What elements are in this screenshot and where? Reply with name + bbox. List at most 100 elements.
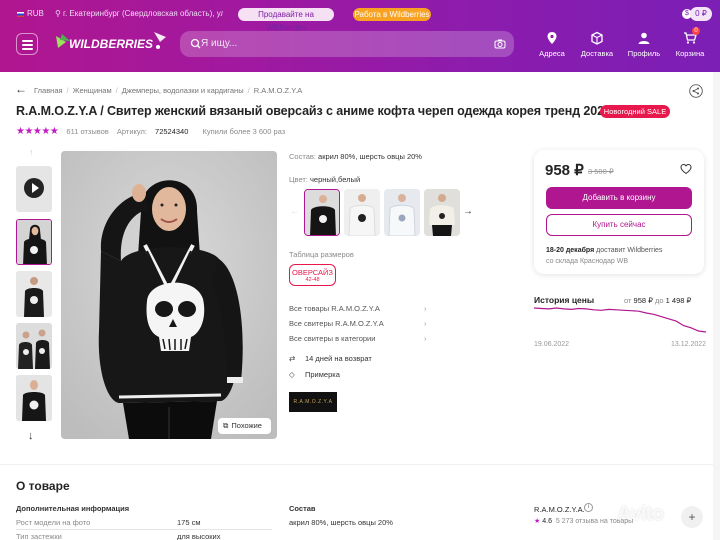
breadcrumb-item[interactable]: Женщинам [73, 86, 112, 95]
star-icon: ★ [534, 518, 541, 525]
scrollbar[interactable] [713, 72, 720, 540]
return-label: 14 дней на возврат [305, 354, 372, 363]
breadcrumb-item[interactable]: Джемперы, водолазки и кардиганы [122, 86, 244, 95]
link-category-sweaters[interactable]: Все свитеры в категории › [289, 334, 427, 343]
nav-cart[interactable]: Корзина [669, 31, 711, 58]
camera-icon[interactable] [494, 38, 506, 50]
chevron-right-icon: › [424, 319, 427, 328]
size-range: 42-48 [305, 277, 320, 283]
color-value: черный,белый [309, 175, 361, 184]
nav-profile[interactable]: Профиль [623, 31, 665, 58]
back-arrow-icon[interactable]: ← [15, 82, 27, 96]
link-brand-sweaters[interactable]: Все свитеры R.A.M.O.Z.Y.A › [289, 319, 427, 328]
seller-name[interactable]: R.A.M.O.Z.Y.A. [534, 505, 585, 514]
thumbnail-image [16, 323, 52, 369]
link-label: Все свитеры в категории [289, 334, 376, 343]
range-to-label: до [655, 296, 664, 305]
spec-label: Рост модели на фото [16, 518, 91, 527]
range-from-label: от [624, 296, 632, 305]
swatch-next-arrow-icon[interactable]: → [463, 206, 473, 217]
color-row: Цвет: черный,белый [289, 175, 360, 184]
burger-line [22, 44, 33, 46]
site-header: RUB ⚲ г. Екатеринбург (Свердловская обла… [0, 0, 720, 72]
seller-add-button[interactable]: + [681, 506, 703, 528]
sale-badge: Новогодний SALE [600, 105, 670, 118]
nav-profile-label: Профиль [627, 49, 661, 58]
price-history-start-date: 19.06.2022 [534, 341, 570, 348]
article-label: Артикул: [116, 127, 147, 136]
buy-now-button[interactable]: Купить сейчас [546, 214, 692, 236]
location-pin-icon: ⚲ [55, 9, 61, 18]
price-history-end-date: 13.12.2022 [671, 341, 707, 348]
brand-logo[interactable]: R.A.M.O.Z.Y.A [289, 392, 337, 412]
color-swatch[interactable] [384, 189, 420, 236]
burger-line [22, 48, 33, 50]
gallery-thumbnail[interactable] [16, 219, 52, 265]
top-bar: RUB ⚲ г. Екатеринбург (Свердловская обла… [0, 7, 720, 32]
chevron-right-icon: › [424, 334, 427, 343]
size-table-link[interactable]: Таблица размеров [289, 250, 354, 259]
size-name: ОВЕРСАЙЗ [292, 268, 333, 277]
play-icon [24, 178, 44, 198]
composition-label: Состав: [289, 152, 316, 161]
currency-selector[interactable]: RUB [27, 9, 44, 18]
color-swatch[interactable] [424, 189, 460, 236]
heart-icon[interactable] [680, 163, 692, 175]
info-icon[interactable]: i [584, 503, 593, 512]
nav-delivery-label: Доставка [580, 49, 614, 58]
swatch-image [305, 190, 339, 235]
similar-label: Похожие [231, 421, 262, 430]
nav-delivery[interactable]: Доставка [576, 31, 618, 58]
composition-row: Состав: акрил 80%, шерсть овцы 20% [289, 152, 422, 161]
thumbs-up-arrow-icon[interactable]: ↑ [29, 147, 34, 157]
return-icon: ⇄ [289, 354, 296, 363]
tag-icon: ◇ [289, 370, 295, 379]
similar-button[interactable]: ⧉ Похожие [218, 418, 271, 434]
chevron-right-icon: › [424, 304, 427, 313]
delivery-by: доставит Wildberries [596, 247, 663, 254]
avito-watermark: Avito [617, 503, 664, 525]
price-history-range: от 958 ₽ до 1 498 ₽ [624, 296, 691, 305]
composition-value: акрил 80%, шерсть овцы 20% [318, 152, 422, 161]
link-label: Все свитеры R.A.M.O.Z.Y.A [289, 319, 384, 328]
main-product-photo[interactable] [61, 151, 277, 439]
search-input[interactable]: Я ищу... [201, 38, 237, 49]
article-number[interactable]: 72524340 [155, 127, 188, 136]
burger-line [22, 40, 33, 42]
breadcrumb-item[interactable]: Главная [34, 86, 63, 95]
swatch-image [344, 189, 380, 236]
price-history-chart[interactable] [534, 305, 706, 335]
add-to-cart-button[interactable]: Добавить в корзину [546, 187, 692, 209]
cart-count-badge: 0 [692, 27, 700, 35]
swatch-prev-arrow-icon[interactable]: ← [290, 206, 300, 217]
size-option[interactable]: ОВЕРСАЙЗ 42-48 [289, 264, 336, 286]
link-all-brand-items[interactable]: Все товары R.A.M.O.Z.Y.A › [289, 304, 427, 313]
color-label: Цвет: [289, 175, 308, 184]
sell-on-wb-button[interactable]: Продавайте на Wildberries [238, 8, 334, 32]
nav-addresses[interactable]: Адреса [531, 31, 573, 58]
breadcrumb-item[interactable]: R.A.M.O.Z.Y.A [254, 86, 303, 95]
old-price: 3 500 ₽ [588, 167, 614, 176]
similar-icon: ⧉ [223, 421, 229, 430]
cart-sum-badge[interactable]: 0 ₽ [690, 7, 712, 21]
fitting-option[interactable]: ◇ Примерка [289, 370, 340, 379]
gallery-thumbnail[interactable] [16, 323, 52, 369]
work-at-wb-button[interactable]: Работа в Wildberries [353, 8, 431, 21]
location-selector[interactable]: г. Екатеринбург (Свердловская область), … [63, 9, 223, 18]
nav-addresses-label: Адреса [539, 49, 565, 58]
menu-button[interactable] [16, 33, 38, 55]
color-swatch[interactable] [304, 189, 340, 236]
reviews-link[interactable]: 611 отзывов [66, 127, 108, 136]
gallery-thumbnail[interactable] [16, 375, 52, 421]
return-policy[interactable]: ⇄ 14 дней на возврат [289, 354, 372, 363]
share-icon[interactable] [689, 84, 703, 98]
gallery-thumbnail[interactable] [16, 271, 52, 317]
thumbs-down-arrow-icon[interactable]: ↓ [28, 430, 34, 442]
section-divider [0, 464, 720, 465]
delivery-date: 18-20 декабря [546, 247, 595, 254]
product-meta: ★★★★★ 611 отзывов Артикул: 72524340 Купи… [16, 126, 291, 137]
video-thumbnail[interactable] [16, 166, 52, 212]
wildberries-logo[interactable]: WILDBERRIES [52, 28, 172, 58]
color-swatch[interactable] [344, 189, 380, 236]
product-title: R.A.M.O.Z.Y.A / Свитер женский вязаный о… [16, 104, 611, 118]
